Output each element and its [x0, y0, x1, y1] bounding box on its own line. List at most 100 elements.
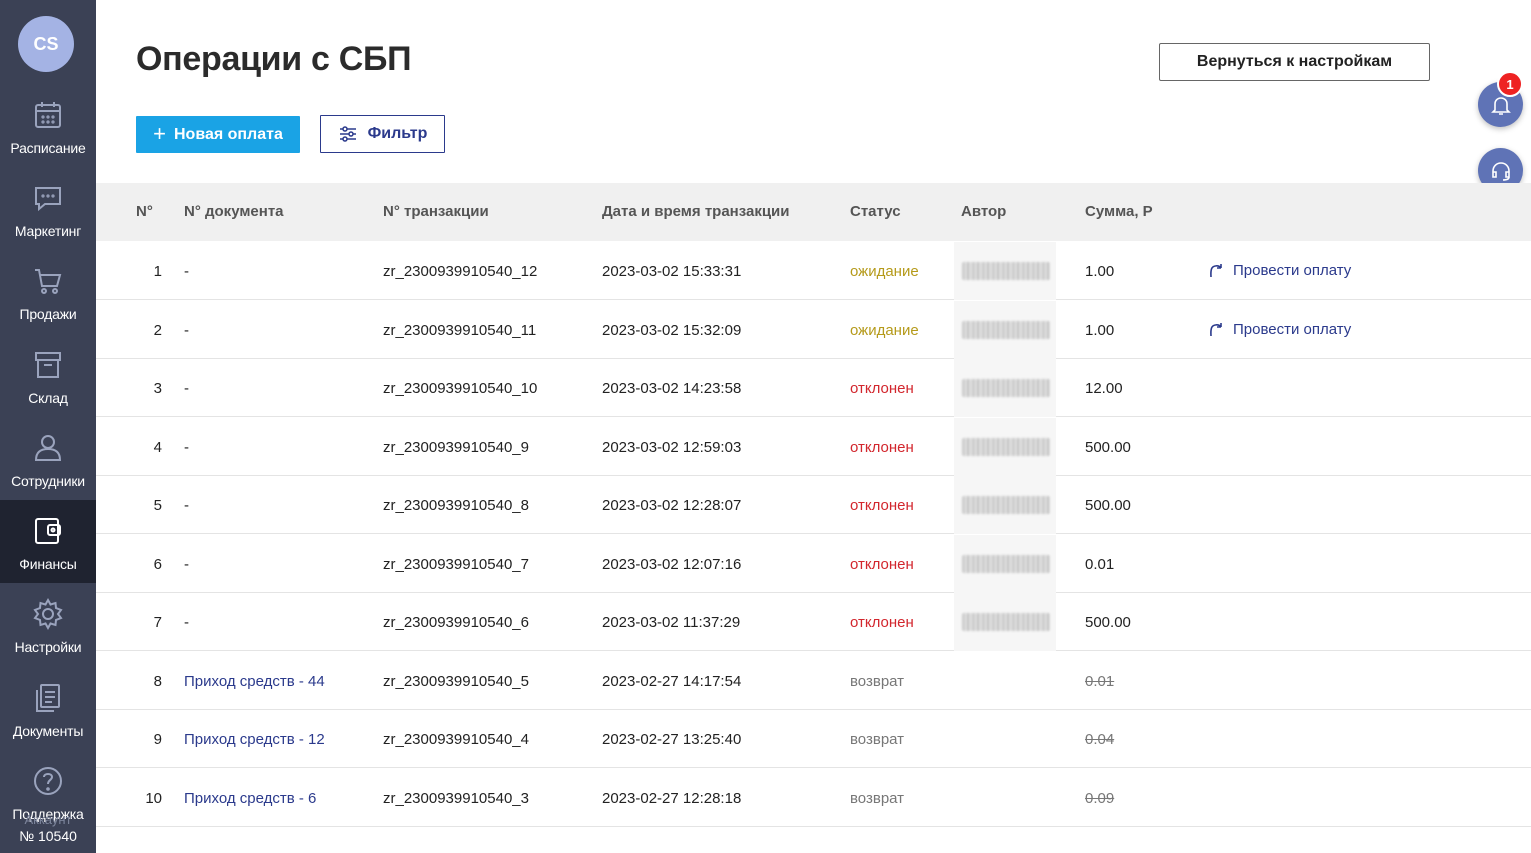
- author-redacted: [962, 613, 1050, 631]
- author-redacted: [962, 262, 1050, 280]
- amount: 0.01: [1085, 555, 1115, 573]
- wallet-icon: [35, 518, 61, 544]
- transaction-id: zr_2300939910540_6: [383, 614, 529, 631]
- filter-button[interactable]: Фильтр: [320, 115, 445, 153]
- status-text: отклонен: [850, 555, 914, 573]
- status-text: возврат: [850, 672, 905, 690]
- cart-icon: [35, 269, 62, 294]
- transaction-datetime: 2023-03-02 12:28:07: [602, 497, 742, 514]
- sliders-icon: [339, 126, 356, 142]
- transaction-datetime: 2023-03-02 14:23:58: [602, 380, 742, 397]
- row-number: 1: [153, 263, 162, 280]
- document-link[interactable]: Приход средств - 6: [184, 790, 316, 807]
- status-text: отклонен: [850, 614, 914, 631]
- transaction-id: zr_2300939910540_3: [383, 789, 529, 807]
- headset-icon: [1491, 161, 1510, 181]
- process-payment-link[interactable]: Провести оплату: [1208, 262, 1351, 279]
- status-text: отклонен: [850, 438, 914, 456]
- back-to-settings-button[interactable]: Вернуться к настройкам: [1159, 43, 1430, 81]
- table-row: 3 - zr_2300939910540_10 2023-03-02 14:23:58…: [96, 359, 1531, 417]
- status-text: ожидание: [850, 321, 919, 339]
- status-text: ожидание: [850, 263, 919, 280]
- redo-arrow-icon: [1210, 264, 1222, 278]
- process-payment-label: Провести оплату: [1233, 262, 1352, 279]
- author-redacted: [962, 379, 1050, 397]
- transaction-id: zr_2300939910540_9: [383, 438, 529, 456]
- transaction-datetime: 2023-03-02 12:07:16: [602, 555, 742, 573]
- column-header-doc: N° документа: [184, 203, 284, 220]
- table-row: 7 - zr_2300939910540_6 2023-03-02 11:37:29 о…: [96, 593, 1531, 651]
- transaction-id: zr_2300939910540_8: [383, 497, 529, 514]
- status-text: отклонен: [850, 497, 914, 514]
- document-number: -: [184, 614, 189, 631]
- column-header-no: N°: [136, 203, 153, 220]
- row-number: 8: [153, 672, 162, 690]
- page-title: Операции с СБП: [136, 40, 412, 78]
- table-row: 2 - zr_2300939910540_11 2023-03-02 15:32:09…: [96, 300, 1531, 359]
- archive-box-icon: [35, 352, 61, 378]
- row-number: 4: [153, 438, 162, 456]
- filter-label: Фильтр: [367, 125, 428, 142]
- amount: 1.00: [1085, 321, 1115, 339]
- redo-arrow-icon: [1210, 322, 1222, 336]
- plus-icon: +: [153, 120, 166, 146]
- row-number: 5: [153, 497, 162, 514]
- row-number: 3: [153, 380, 162, 397]
- column-header-datetime: Дата и время транзакции: [602, 203, 790, 220]
- document-number: -: [184, 497, 189, 514]
- status-text: возврат: [850, 731, 905, 748]
- amount: 500.00: [1085, 614, 1131, 631]
- new-payment-label: Новая оплата: [173, 125, 283, 143]
- document-link[interactable]: Приход средств - 12: [184, 731, 325, 748]
- table-row: 9 Приход средств - 12 zr_2300939910540_4 20…: [96, 710, 1531, 768]
- transaction-id: zr_2300939910540_10: [383, 380, 538, 397]
- status-text: отклонен: [850, 380, 914, 397]
- transaction-id: zr_2300939910540_7: [383, 555, 529, 573]
- process-payment-label: Провести оплату: [1233, 320, 1352, 338]
- sidebar-item-employees[interactable]: Сотрудники: [0, 417, 96, 500]
- transaction-datetime: 2023-03-02 15:32:09: [602, 321, 742, 339]
- sidebar-item-sales[interactable]: Продажи: [0, 250, 96, 333]
- amount: 12.00: [1085, 380, 1123, 397]
- documents-icon: [36, 684, 60, 712]
- transaction-id: zr_2300939910540_4: [383, 731, 529, 748]
- process-payment-link[interactable]: Провести оплату: [1208, 321, 1351, 338]
- table-row: 4 - zr_2300939910540_9 2023-03-02 12:59:03 о…: [96, 417, 1531, 476]
- table-row: 6 - zr_2300939910540_7 2023-03-02 12:07:16 о…: [96, 534, 1531, 593]
- sidebar-item-settings[interactable]: Настройки: [0, 583, 96, 666]
- avatar[interactable]: CS: [18, 16, 74, 72]
- sidebar-item-warehouse[interactable]: Склад: [0, 334, 96, 417]
- account-number: № 10540: [19, 828, 77, 844]
- help-icon: [34, 767, 62, 795]
- author-redacted: [962, 320, 1050, 339]
- transaction-id: zr_2300939910540_5: [383, 672, 529, 690]
- sidebar-item-marketing[interactable]: Маркетинг: [0, 167, 96, 250]
- chat-icon: [35, 187, 61, 212]
- row-number: 10: [145, 789, 162, 807]
- amount: 1.00: [1085, 263, 1115, 280]
- transaction-id: zr_2300939910540_12: [383, 263, 538, 280]
- document-number: -: [184, 438, 189, 456]
- amount: 0.04: [1085, 731, 1115, 748]
- document-number: -: [184, 555, 189, 573]
- transaction-datetime: 2023-02-27 12:28:18: [602, 789, 742, 807]
- calendar-icon: [35, 102, 61, 128]
- document-number: -: [184, 263, 189, 280]
- transaction-datetime: 2023-03-02 11:37:29: [602, 614, 741, 631]
- user-icon: [34, 435, 62, 461]
- sidebar-item-label: Настройки: [14, 639, 82, 655]
- column-header-trx: N° транзакции: [383, 203, 489, 220]
- sidebar-item-finance[interactable]: Финансы: [0, 500, 96, 583]
- column-header-sum: Сумма, Р: [1085, 203, 1153, 220]
- gear-icon: [33, 597, 63, 631]
- sidebar-item-label: Сотрудники: [11, 473, 85, 489]
- amount: 0.09: [1085, 789, 1115, 807]
- table-row: 1 - zr_2300939910540_12 2023-03-02 15:33:31…: [96, 242, 1531, 300]
- document-link[interactable]: Приход средств - 44: [184, 673, 325, 690]
- sidebar-item-documents[interactable]: Документы: [0, 667, 96, 750]
- sidebar-item-schedule[interactable]: Расписание: [0, 84, 96, 167]
- new-payment-button[interactable]: + Новая оплата: [136, 116, 300, 153]
- amount: 500.00: [1085, 497, 1131, 514]
- amount: 500.00: [1085, 438, 1131, 456]
- sidebar-item-label: Продажи: [19, 306, 77, 322]
